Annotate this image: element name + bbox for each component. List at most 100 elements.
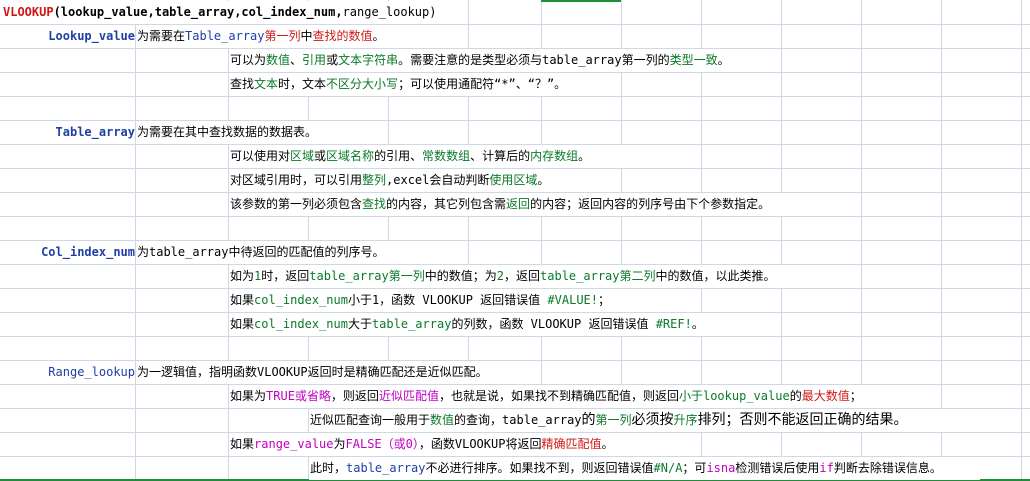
header-table-array[interactable]: Table_array <box>0 121 135 144</box>
text-highlight: 使用区域 <box>489 173 538 187</box>
header-col-index-num[interactable]: Col_index_num <box>0 241 135 264</box>
text: table_array <box>502 413 582 427</box>
text: 。 <box>537 173 550 187</box>
spreadsheet-grid[interactable]: VLOOKUP(lookup_value,table_array,col_ind… <box>0 0 1030 481</box>
text-highlight: 整列 <box>362 173 387 187</box>
text-highlight: #N/A <box>653 461 683 475</box>
text: ，返回 <box>504 269 541 283</box>
text-ref: Table_array <box>185 29 265 43</box>
text: 必须按 <box>631 412 674 428</box>
cell-range-desc-5[interactable]: 此时，table_array不必进行排序。如果找不到，则返回错误值#N/A；可i… <box>309 457 980 480</box>
cell-range-desc-1[interactable]: 为一逻辑值，指明函数VLOOKUP返回时是精确匹配还是近似匹配。 <box>136 361 527 384</box>
text-highlight: 近似匹配值 <box>378 389 439 403</box>
gridline <box>0 96 1030 97</box>
text-highlight: range_value <box>254 437 334 451</box>
text: 为 <box>333 437 346 451</box>
text-highlight: col_index_num <box>254 293 348 307</box>
text: 。 <box>372 29 385 43</box>
text: 如果 <box>230 293 255 307</box>
cell-range-desc-3[interactable]: 近似匹配查询一般用于数值的查询，table_array的第一列必须按升序排列；否… <box>309 409 975 432</box>
text: 近似匹配查询一般用于 <box>310 413 431 427</box>
text-highlight: 数值 <box>266 53 291 67</box>
text: 。 <box>717 53 730 67</box>
text: 。 <box>601 437 614 451</box>
gridline <box>0 216 1030 217</box>
text-highlight: if <box>819 461 834 475</box>
header-range-lookup[interactable]: Range_lookup <box>0 361 135 384</box>
text-highlight: isna <box>706 461 736 475</box>
text: 或 <box>326 53 339 67</box>
text-highlight: table_array <box>346 461 426 475</box>
text-highlight: 类型一致 <box>669 53 718 67</box>
cell-table-desc-4[interactable]: 该参数的第一列必须包含查找的内容，其它列包含需返回的内容；返回内容的列序号由下个… <box>229 193 820 216</box>
formula-args: (lookup_value,table_array,col_index_num, <box>53 5 343 19</box>
text: 为需要在其中查找数据的数据表。 <box>137 125 318 139</box>
cell-table-desc-1[interactable]: 为需要在其中查找数据的数据表。 <box>136 121 367 144</box>
text-highlight: 第一列 <box>595 413 632 427</box>
text: ；可以使用通配符“*”、“？”。 <box>398 77 567 91</box>
cell-col-desc-4[interactable]: 如果col_index_num大于table_array的列数，函数 VLOOK… <box>229 313 715 336</box>
text: 或 <box>314 149 327 163</box>
text: 时，文本 <box>278 77 327 91</box>
cell-lookup-desc-3[interactable]: 查找文本时，文本不区分大小写；可以使用通配符“*”、“？”。 <box>229 73 620 96</box>
cell-table-desc-2[interactable]: 可以使用对区域或区域名称的引用、常数数组、计算后的内存数组。 <box>229 145 630 168</box>
text-highlight: table_array <box>371 317 452 331</box>
formula-last-arg: range_lookup) <box>342 5 437 19</box>
text: 为table_array中待返回的匹配值的列序号。 <box>137 245 385 259</box>
text: ,excel会自动判断 <box>386 173 490 187</box>
cell-formula-syntax[interactable]: VLOOKUP(lookup_value,table_array,col_ind… <box>2 1 465 24</box>
text: 查找 <box>230 77 255 91</box>
text: ； <box>598 293 611 307</box>
text-highlight: #VALUE! <box>547 293 598 307</box>
text: 大于 <box>347 317 372 331</box>
text: 的 <box>581 412 596 428</box>
text-highlight: #REF! <box>655 317 692 331</box>
text: 、 <box>290 53 303 67</box>
text-highlight: FALSE（或0） <box>345 437 419 451</box>
cell-col-desc-1[interactable]: 为table_array中待返回的匹配值的列序号。 <box>136 241 402 264</box>
text: 。需要注意的是类型必须与table_array第一列的 <box>398 53 670 67</box>
text: 该参数的第一列必须包含 <box>230 197 363 211</box>
cell-lookup-desc-1[interactable]: 为需要在Table_array第一列中查找的数值。 <box>136 25 437 48</box>
cell-table-desc-3[interactable]: 对区域引用时，可以引用整列,excel会自动判断使用区域。 <box>229 169 580 192</box>
text: 不必进行排序。如果找不到，则返回错误值 <box>425 461 654 475</box>
text: 可以为 <box>230 53 267 67</box>
cell-col-desc-3[interactable]: 如果col_index_num小于1，函数 VLOOKUP 返回错误值 #VAL… <box>229 289 630 312</box>
text-highlight: lookup_value <box>702 389 790 403</box>
text: 如果 <box>230 317 255 331</box>
text-highlight: 最大数值 <box>801 389 850 403</box>
cell-range-desc-2[interactable]: 如果为TRUE或省略，则返回近似匹配值，也就是说，如果找不到精确匹配值，则返回小… <box>229 385 890 408</box>
text: 如果 <box>230 437 255 451</box>
selected-cell-border <box>541 0 621 2</box>
text: 为需要在 <box>137 29 186 43</box>
text: 此时， <box>310 461 347 475</box>
text-highlight: 返回 <box>506 197 531 211</box>
text-highlight: TRUE或省略 <box>266 389 331 403</box>
text: 小于1，函数 VLOOKUP 返回错误值 <box>347 293 548 307</box>
text-highlight: 文本字符串 <box>338 53 399 67</box>
text-highlight: 区域 <box>290 149 315 163</box>
text: ，也就是说，如果找不到精确匹配值，则返回 <box>438 389 679 403</box>
text: 的内容，其它列包含需 <box>386 197 507 211</box>
text-highlight: 升序 <box>673 413 698 427</box>
cell-lookup-desc-2[interactable]: 可以为数值、引用或文本字符串。需要注意的是类型必须与table_array第一列… <box>229 49 770 72</box>
text: 、计算后的 <box>470 149 531 163</box>
text-highlight: table_array第二列 <box>540 269 656 283</box>
gridline <box>0 336 1030 337</box>
text: 中的数值，以此类推。 <box>655 269 776 283</box>
text: ；可 <box>682 461 707 475</box>
text-highlight: 小于 <box>678 389 703 403</box>
text: 判断去除错误信息。 <box>833 461 942 475</box>
text-highlight: 内存数组 <box>530 149 579 163</box>
text: 的 <box>789 389 802 403</box>
text: 的引用、 <box>374 149 423 163</box>
cell-col-desc-2[interactable]: 如为1时，返回table_array第一列中的数值；为2，返回table_arr… <box>229 265 810 288</box>
header-lookup-value[interactable]: Lookup_value <box>0 25 135 48</box>
cell-range-desc-4[interactable]: 如果range_value为FALSE（或0），函数VLOOKUP将返回精确匹配… <box>229 433 635 456</box>
text-highlight: 第一列 <box>264 29 301 43</box>
text: 对区域引用时，可以引用 <box>230 173 363 187</box>
text-highlight: col_index_num <box>254 317 348 331</box>
text-highlight: 精确匹配值 <box>541 437 602 451</box>
text: 的内容；返回内容的列序号由下个参数指定。 <box>530 197 771 211</box>
text-highlight: 区域名称 <box>326 149 375 163</box>
